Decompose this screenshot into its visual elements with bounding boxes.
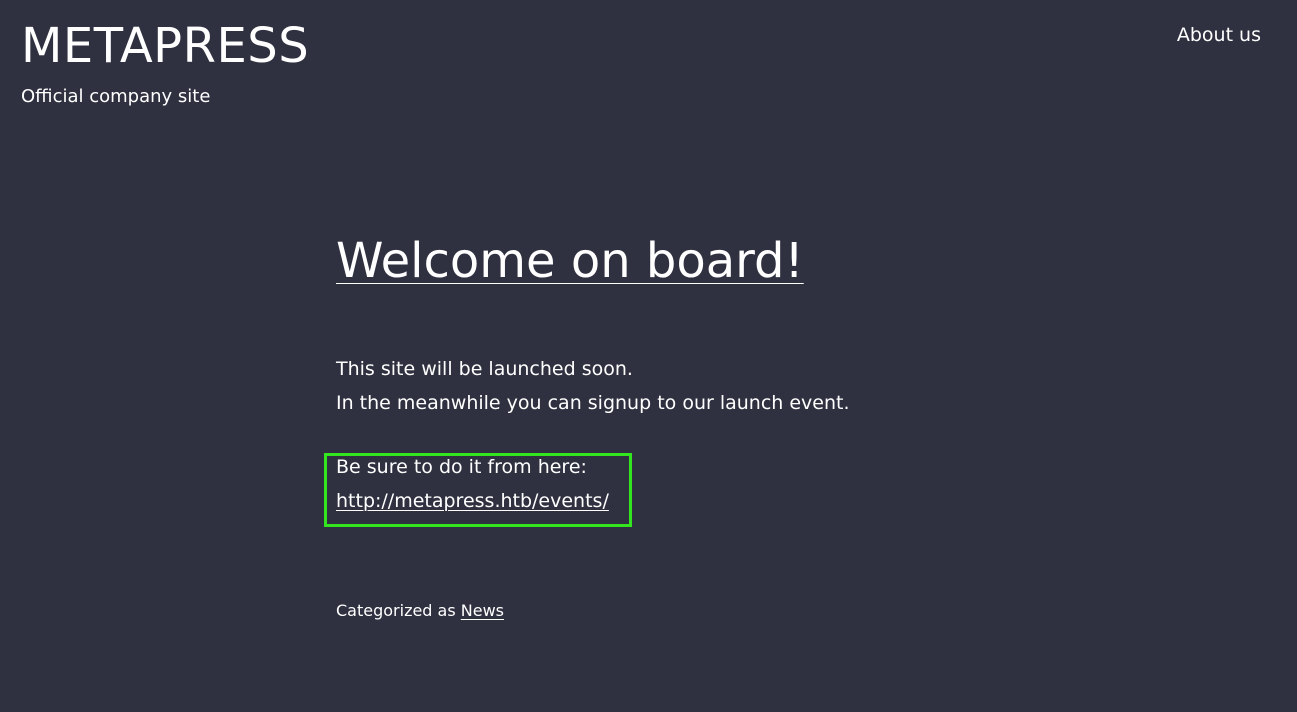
post-line-launch: This site will be launched soon.: [336, 358, 633, 380]
nav-about-us-link[interactable]: About us: [1177, 23, 1261, 47]
site-title-link[interactable]: METAPRESS: [21, 18, 309, 74]
post-title: Welcome on board!: [336, 231, 804, 291]
post-title-link[interactable]: Welcome on board!: [336, 233, 804, 289]
events-link[interactable]: http://metapress.htb/events/: [336, 490, 609, 512]
post-category: Categorized as News: [336, 600, 504, 622]
category-prefix: Categorized as: [336, 601, 461, 620]
post-events-paragraph: Be sure to do it from here: http://metap…: [336, 450, 609, 518]
category-news-link[interactable]: News: [461, 601, 504, 620]
post-line-signup: In the meanwhile you can signup to our l…: [336, 392, 850, 414]
post-line-instruction: Be sure to do it from here:: [336, 456, 587, 478]
site-tagline: Official company site: [21, 86, 211, 107]
post-intro-paragraph: This site will be launched soon. In the …: [336, 352, 850, 420]
